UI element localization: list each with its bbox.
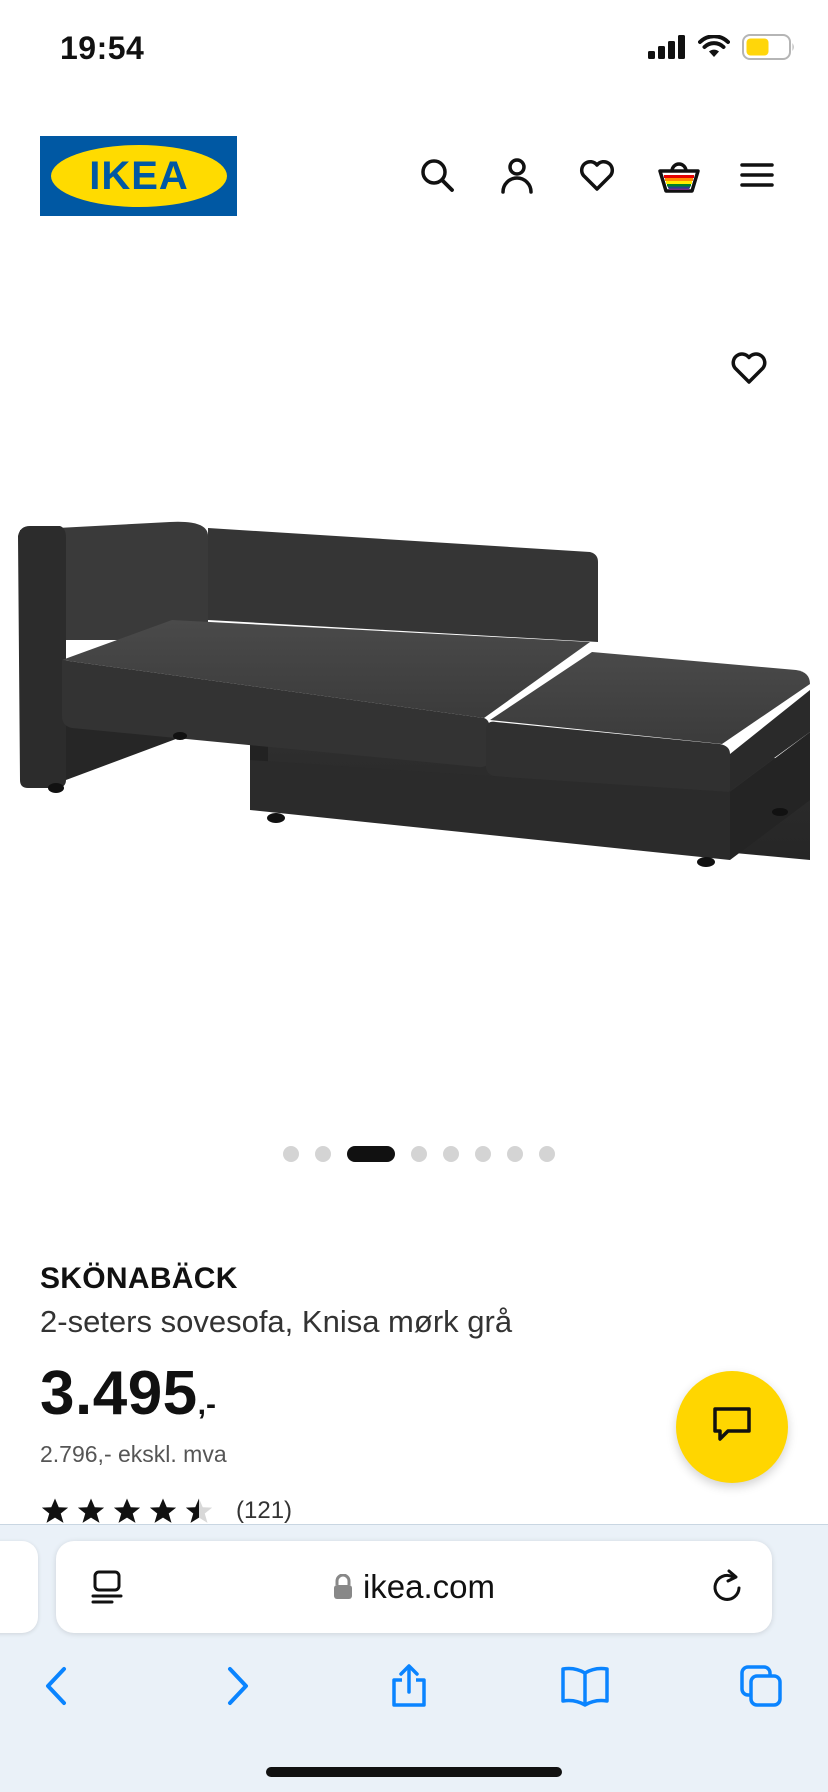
battery-icon: [742, 33, 796, 65]
carousel-dot[interactable]: [539, 1146, 555, 1162]
cellular-signal-icon: [648, 34, 686, 64]
price-excl-vat: 2.796,- ekskl. mva: [40, 1441, 227, 1467]
tabs-icon[interactable]: [738, 1663, 784, 1709]
back-icon[interactable]: [34, 1663, 80, 1709]
ikea-logo-text: IKEA: [89, 154, 189, 198]
status-bar: 19:54: [0, 0, 828, 100]
price-main: 3.495: [40, 1359, 198, 1428]
forward-icon[interactable]: [214, 1663, 260, 1709]
lock-icon: [333, 1573, 353, 1600]
chat-bubble-icon: [712, 1406, 752, 1449]
price-suffix: ,-: [197, 1388, 216, 1421]
star-half-icon: [185, 1498, 213, 1523]
carousel-dot[interactable]: [443, 1146, 459, 1162]
chat-button[interactable]: [676, 1371, 788, 1483]
product-rating[interactable]: (121): [40, 1496, 660, 1526]
url-display[interactable]: ikea.com: [56, 1541, 772, 1633]
star-icon: [149, 1498, 177, 1523]
shopping-bag-icon[interactable]: [658, 156, 700, 194]
star-icon: [113, 1498, 141, 1523]
product-info: SKÖNABÄCK 2-seters sovesofa, Knisa mørk …: [40, 1262, 660, 1526]
product-description: 2-seters sovesofa, Knisa mørk grå: [40, 1304, 513, 1339]
header-icons: [418, 156, 776, 194]
star-icon: [41, 1498, 69, 1523]
status-icons: [648, 33, 796, 65]
product-image[interactable]: [0, 340, 828, 920]
site-header: IKEA: [0, 120, 828, 240]
carousel-dot[interactable]: [411, 1146, 427, 1162]
star-icon: [77, 1498, 105, 1523]
search-icon[interactable]: [418, 156, 456, 194]
ikea-logo[interactable]: IKEA: [40, 136, 237, 216]
address-bar[interactable]: ikea.com: [56, 1541, 772, 1633]
bookmarks-icon[interactable]: [560, 1663, 609, 1709]
rating-count: (121): [236, 1497, 293, 1524]
carousel-dot[interactable]: [315, 1146, 331, 1162]
home-indicator: [266, 1767, 562, 1777]
product-price: 3.495 ,-: [40, 1358, 660, 1429]
url-text: ikea.com: [362, 1568, 496, 1605]
carousel-dot[interactable]: [475, 1146, 491, 1162]
browser-bar: ikea.com: [0, 1524, 828, 1792]
product-name: SKÖNABÄCK: [40, 1262, 238, 1295]
wifi-icon: [698, 33, 730, 64]
carousel-dot[interactable]: [283, 1146, 299, 1162]
heart-icon[interactable]: [578, 156, 616, 194]
share-icon[interactable]: [386, 1663, 432, 1709]
image-carousel-dots: [0, 1146, 828, 1162]
menu-icon[interactable]: [738, 156, 776, 194]
browser-toolbar: [0, 1653, 828, 1717]
carousel-dot[interactable]: [507, 1146, 523, 1162]
profile-icon[interactable]: [498, 156, 536, 194]
status-time: 19:54: [60, 30, 145, 66]
previous-tab-preview[interactable]: [0, 1541, 38, 1633]
carousel-dot-active[interactable]: [347, 1146, 395, 1162]
reload-icon[interactable]: [708, 1568, 746, 1606]
